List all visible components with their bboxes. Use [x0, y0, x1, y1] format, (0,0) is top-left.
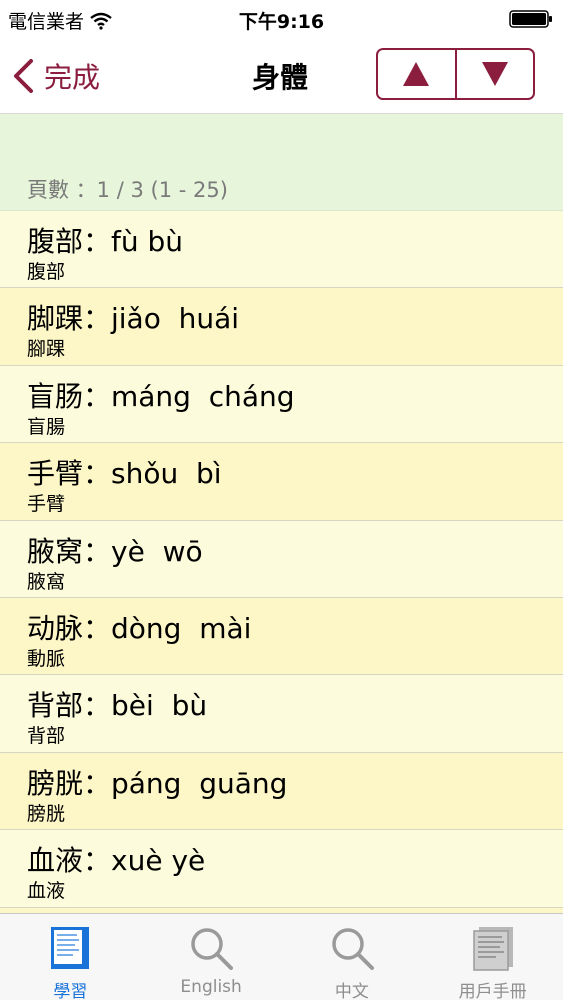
word-pinyin: 盲肠：máng cháng: [27, 379, 295, 413]
triangle-up-icon: [403, 62, 430, 86]
next-page-button[interactable]: [454, 50, 534, 98]
word-traditional: 手臂: [27, 493, 66, 516]
word-pinyin: 手臂：shǒu bì: [27, 457, 222, 491]
search-icon: [191, 928, 234, 970]
word-traditional: 動脈: [27, 647, 66, 670]
tab-label: English: [180, 977, 242, 997]
page-count-label: 頁數 ：1 / 3 (1 - 25): [27, 178, 228, 202]
status-bar: 電信業者 下午9:16: [0, 0, 563, 38]
tab-label: 用戶手冊: [458, 982, 527, 1000]
page-header: 頁數 ：1 / 3 (1 - 25): [0, 114, 563, 211]
manual-icon: [472, 927, 513, 971]
list-item[interactable]: 动脉：dòng mài 動脈: [0, 597, 563, 676]
page-title: 身體: [251, 61, 308, 94]
word-pinyin: 血液：xuè yè: [27, 844, 206, 878]
word-traditional: 膀胱: [27, 802, 66, 825]
list-item[interactable]: 腹部：fù bù 腹部: [0, 211, 563, 289]
tab-bar: 學習 English 中文 用戶手冊: [0, 913, 563, 1000]
word-pinyin: 膀胱：páng guāng: [27, 766, 288, 800]
word-traditional: 腳踝: [27, 338, 66, 361]
word-traditional: 背部: [27, 725, 66, 748]
triangle-down-icon: [481, 62, 508, 86]
list-item[interactable]: 盲肠：máng cháng 盲腸: [0, 365, 563, 444]
word-traditional: 腋窩: [27, 570, 66, 593]
list-item[interactable]: 背部：bèi bù 背部: [0, 675, 563, 753]
list-item[interactable]: 血液：xuè yè 血液: [0, 830, 563, 908]
word-traditional: 盲腸: [27, 415, 66, 438]
tab-english-search[interactable]: English: [141, 914, 282, 1000]
word-pinyin: 腋窝：yè wō: [27, 534, 203, 568]
word-pinyin: 背部：bèi bù: [27, 689, 208, 723]
status-time: 下午9:16: [238, 11, 325, 33]
tab-label: 中文: [334, 982, 369, 1000]
vocabulary-list[interactable]: 腹部：fù bù 腹部 脚踝：jiǎo huái 腳踝 盲肠：máng chán…: [0, 211, 563, 913]
tab-learn[interactable]: 學習: [0, 914, 141, 1000]
list-item[interactable]: 膀胱：páng guāng 膀胱: [0, 752, 563, 831]
list-item[interactable]: 腋窝：yè wō 腋窩: [0, 520, 563, 598]
word-pinyin: 脚踝：jiǎo huái: [27, 302, 240, 336]
tab-label: 學習: [53, 982, 88, 1000]
done-button-label: 完成: [44, 61, 101, 94]
search-icon: [332, 928, 374, 970]
word-traditional: 血液: [27, 880, 66, 903]
battery-icon: [509, 10, 552, 28]
word-traditional: 腹部: [27, 261, 66, 283]
list-item[interactable]: 手臂：shǒu bì 手臂: [0, 443, 563, 521]
page-nav-segmented-control: [376, 48, 535, 100]
word-pinyin: 动脉：dòng mài: [27, 611, 252, 645]
nav-bar: 完成 身體: [0, 38, 563, 114]
tab-chinese-search[interactable]: 中文: [282, 914, 423, 1000]
done-back-button[interactable]: 完成: [12, 54, 100, 98]
tab-user-manual[interactable]: 用戶手冊: [422, 914, 563, 1000]
list-item[interactable]: 脚踝：jiǎo huái 腳踝: [0, 288, 563, 366]
word-pinyin: 腹部：fù bù: [27, 225, 184, 258]
book-icon: [51, 927, 90, 969]
previous-page-button[interactable]: [378, 50, 455, 98]
chevron-left-icon: [14, 59, 33, 93]
